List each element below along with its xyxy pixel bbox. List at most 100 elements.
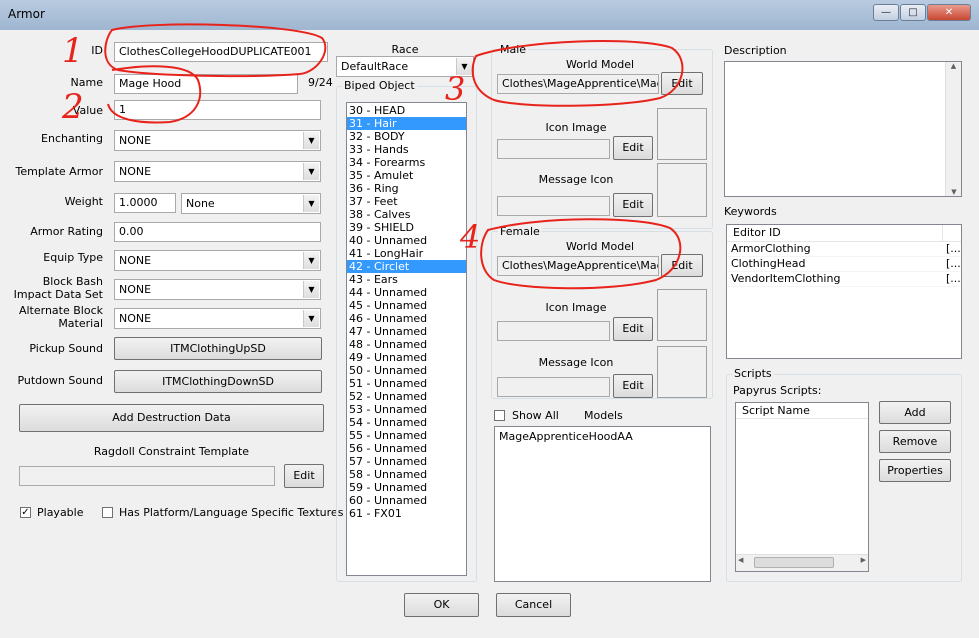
female-icon-image-label: Icon Image bbox=[545, 301, 607, 314]
pickup-sound-button[interactable]: ITMClothingUpSD bbox=[114, 337, 322, 360]
biped-object-item[interactable]: 60 - Unnamed bbox=[347, 494, 466, 507]
male-world-model-label: World Model bbox=[565, 58, 635, 71]
keyword-row[interactable]: ClothingHead [... bbox=[727, 257, 961, 272]
add-destruction-data-button[interactable]: Add Destruction Data bbox=[19, 404, 324, 432]
show-all-checkbox[interactable] bbox=[494, 410, 505, 421]
biped-object-item[interactable]: 54 - Unnamed bbox=[347, 416, 466, 429]
ok-button[interactable]: OK bbox=[404, 593, 479, 617]
biped-object-item[interactable]: 38 - Calves bbox=[347, 208, 466, 221]
script-properties-button[interactable]: Properties bbox=[879, 459, 951, 482]
biped-object-item[interactable]: 33 - Hands bbox=[347, 143, 466, 156]
scroll-left-icon[interactable]: ◀ bbox=[738, 556, 743, 564]
biped-object-item[interactable]: 41 - LongHair bbox=[347, 247, 466, 260]
playable-checkbox[interactable]: ✓ bbox=[20, 507, 31, 518]
block-bash-label-2: Impact Data Set bbox=[13, 288, 103, 301]
biped-object-item[interactable]: 51 - Unnamed bbox=[347, 377, 466, 390]
scroll-right-icon[interactable]: ▶ bbox=[861, 556, 866, 564]
biped-object-item[interactable]: 37 - Feet bbox=[347, 195, 466, 208]
male-icon-edit-button[interactable]: Edit bbox=[613, 136, 653, 160]
cancel-button[interactable]: Cancel bbox=[496, 593, 571, 617]
equip-type-label: Equip Type bbox=[43, 251, 103, 264]
platform-textures-checkbox[interactable] bbox=[102, 507, 113, 518]
chevron-down-icon: ▼ bbox=[303, 310, 319, 327]
biped-object-item[interactable]: 45 - Unnamed bbox=[347, 299, 466, 312]
female-message-edit-button[interactable]: Edit bbox=[613, 374, 653, 398]
dialog-body: ID ClothesCollegeHoodDUPLICATE001 Name M… bbox=[8, 30, 971, 630]
scripts-horizontal-scrollbar[interactable]: ◀ ▶ bbox=[736, 554, 868, 571]
keyword-row[interactable]: VendorItemClothing [... bbox=[727, 272, 961, 287]
biped-object-item[interactable]: 34 - Forearms bbox=[347, 156, 466, 169]
biped-object-item[interactable]: 49 - Unnamed bbox=[347, 351, 466, 364]
script-name-column-header[interactable]: Script Name bbox=[736, 403, 868, 419]
biped-object-item[interactable]: 46 - Unnamed bbox=[347, 312, 466, 325]
female-message-preview bbox=[657, 346, 707, 398]
scroll-up-icon[interactable]: ▲ bbox=[946, 62, 961, 70]
biped-object-item[interactable]: 47 - Unnamed bbox=[347, 325, 466, 338]
keyword-editor-id: ClothingHead bbox=[731, 257, 806, 270]
model-item[interactable]: MageApprenticeHoodAA bbox=[495, 430, 710, 443]
biped-object-item[interactable]: 59 - Unnamed bbox=[347, 481, 466, 494]
biped-object-item[interactable]: 53 - Unnamed bbox=[347, 403, 466, 416]
close-icon[interactable]: ✕ bbox=[927, 4, 971, 21]
block-bash-value: NONE bbox=[119, 283, 152, 296]
race-dropdown[interactable]: DefaultRace ▼ bbox=[336, 56, 474, 77]
biped-object-item[interactable]: 30 - HEAD bbox=[347, 104, 466, 117]
description-scrollbar[interactable]: ▲ ▼ bbox=[945, 62, 961, 196]
weight-unit-dropdown[interactable]: None ▼ bbox=[181, 193, 321, 214]
description-label: Description bbox=[724, 44, 787, 57]
male-message-edit-button[interactable]: Edit bbox=[613, 193, 653, 217]
scroll-down-icon[interactable]: ▼ bbox=[946, 188, 961, 196]
maximize-icon[interactable]: □ bbox=[900, 4, 926, 21]
scroll-thumb[interactable] bbox=[754, 557, 834, 568]
biped-object-item[interactable]: 43 - Ears bbox=[347, 273, 466, 286]
biped-object-item[interactable]: 39 - SHIELD bbox=[347, 221, 466, 234]
female-icon-edit-button[interactable]: Edit bbox=[613, 317, 653, 341]
biped-object-item[interactable]: 55 - Unnamed bbox=[347, 429, 466, 442]
biped-object-item[interactable]: 48 - Unnamed bbox=[347, 338, 466, 351]
armor-rating-field[interactable]: 0.00 bbox=[114, 222, 321, 242]
scripts-list[interactable]: Script Name ◀ ▶ bbox=[735, 402, 869, 572]
biped-object-item[interactable]: 32 - BODY bbox=[347, 130, 466, 143]
male-message-preview bbox=[657, 163, 707, 217]
alternate-block-dropdown[interactable]: NONE ▼ bbox=[114, 308, 321, 329]
models-list[interactable]: MageApprenticeHoodAA bbox=[494, 426, 711, 582]
biped-object-item[interactable]: 52 - Unnamed bbox=[347, 390, 466, 403]
minimize-icon[interactable]: — bbox=[873, 4, 899, 21]
putdown-sound-button[interactable]: ITMClothingDownSD bbox=[114, 370, 322, 393]
id-field[interactable]: ClothesCollegeHoodDUPLICATE001 bbox=[114, 42, 328, 62]
enchanting-dropdown[interactable]: NONE ▼ bbox=[114, 130, 321, 151]
playable-label: Playable bbox=[37, 506, 84, 519]
biped-object-item[interactable]: 40 - Unnamed bbox=[347, 234, 466, 247]
female-world-model-edit-button[interactable]: Edit bbox=[661, 254, 703, 277]
description-textarea[interactable]: ▲ ▼ bbox=[724, 61, 962, 197]
chevron-down-icon: ▼ bbox=[456, 58, 472, 75]
biped-object-item[interactable]: 58 - Unnamed bbox=[347, 468, 466, 481]
block-bash-dropdown[interactable]: NONE ▼ bbox=[114, 279, 321, 300]
add-script-button[interactable]: Add bbox=[879, 401, 951, 424]
biped-object-item[interactable]: 35 - Amulet bbox=[347, 169, 466, 182]
male-world-model-edit-button[interactable]: Edit bbox=[661, 72, 703, 95]
template-armor-dropdown[interactable]: NONE ▼ bbox=[114, 161, 321, 182]
value-field[interactable]: 1 bbox=[114, 100, 321, 120]
equip-type-dropdown[interactable]: NONE ▼ bbox=[114, 250, 321, 271]
papyrus-scripts-label: Papyrus Scripts: bbox=[733, 384, 822, 397]
ragdoll-edit-button[interactable]: Edit bbox=[284, 464, 324, 488]
keywords-column-header[interactable]: Editor ID bbox=[727, 225, 943, 241]
biped-object-item[interactable]: 57 - Unnamed bbox=[347, 455, 466, 468]
keywords-list[interactable]: Editor ID ArmorClothing [... ClothingHead [… bbox=[726, 224, 962, 359]
name-field[interactable]: Mage Hood bbox=[114, 74, 298, 94]
biped-object-item[interactable]: 50 - Unnamed bbox=[347, 364, 466, 377]
race-value: DefaultRace bbox=[341, 60, 409, 73]
title-bar[interactable]: Armor — □ ✕ bbox=[0, 0, 979, 30]
remove-script-button[interactable]: Remove bbox=[879, 430, 951, 453]
biped-object-list[interactable]: 30 - HEAD 31 - Hair 32 - BODY 33 - Hands 34 … bbox=[346, 102, 467, 576]
enchanting-label: Enchanting bbox=[41, 132, 103, 145]
biped-object-item[interactable]: 31 - Hair bbox=[347, 117, 466, 130]
keyword-row[interactable]: ArmorClothing [... bbox=[727, 242, 961, 257]
biped-object-item[interactable]: 42 - Circlet bbox=[347, 260, 466, 273]
biped-object-item[interactable]: 44 - Unnamed bbox=[347, 286, 466, 299]
biped-object-item[interactable]: 36 - Ring bbox=[347, 182, 466, 195]
biped-object-item[interactable]: 61 - FX01 bbox=[347, 507, 466, 520]
weight-field[interactable]: 1.0000 bbox=[114, 193, 176, 213]
biped-object-item[interactable]: 56 - Unnamed bbox=[347, 442, 466, 455]
